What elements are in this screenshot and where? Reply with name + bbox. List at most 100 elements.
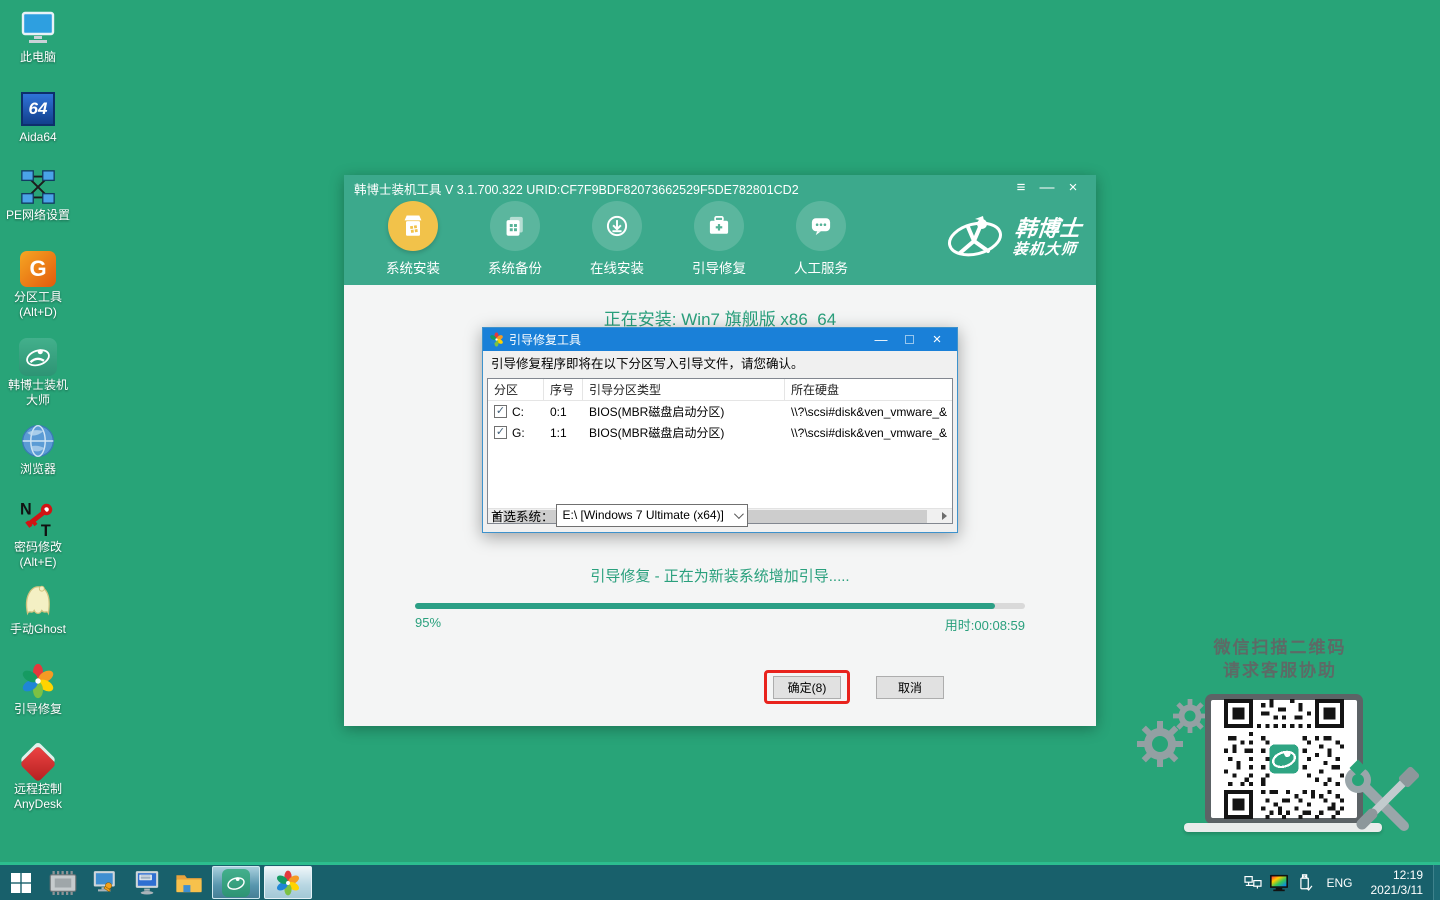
desktop-icon-aida64[interactable]: 64 Aida64: [0, 88, 76, 145]
desktop-icon-label: 远程控制: [14, 782, 62, 797]
cell-index: 1:1: [544, 426, 583, 440]
pinwheel-icon: [275, 870, 301, 896]
desktop-icon-label: 浏览器: [20, 462, 56, 477]
system-tray: ENG 12:19 2021/3/11: [1240, 865, 1440, 900]
computer-icon: [17, 8, 59, 50]
start-button[interactable]: [0, 865, 42, 900]
gears-icon: [1130, 698, 1208, 781]
column-header-type[interactable]: 引导分区类型: [583, 379, 785, 400]
anydesk-icon: [17, 740, 59, 782]
progress-percent: 95%: [415, 615, 441, 630]
usb-tray-icon[interactable]: [1292, 865, 1318, 900]
svg-text:T: T: [41, 522, 51, 538]
installer-toolbar: 系统安装 系统备份 在线安装 引导修复: [344, 201, 1096, 285]
system-install-icon: [388, 201, 438, 251]
toolbar-item-label: 引导修复: [692, 257, 746, 277]
nt-key-icon: NT: [17, 498, 59, 540]
qr-caption-line1: 微信扫描二维码: [1120, 636, 1440, 659]
ok-button[interactable]: 确定(8): [773, 676, 842, 699]
aida64-icon: 64: [17, 88, 59, 130]
row-checkbox[interactable]: ✓: [494, 405, 507, 418]
toolbar-item-online-install[interactable]: 在线安装: [580, 201, 654, 277]
table-row[interactable]: ✓G: 1:1 BIOS(MBR磁盘启动分区) \\?\scsi#disk&ve…: [488, 422, 952, 443]
taskbar-item-memory-tool[interactable]: [42, 865, 84, 900]
cell-index: 0:1: [544, 405, 583, 419]
progress-bar-fill: [415, 603, 995, 609]
toolbar-item-manual-service[interactable]: 人工服务: [784, 201, 858, 277]
desktop-icon-manual-ghost[interactable]: 手动Ghost: [0, 580, 76, 637]
preferred-system-value: E:\ [Windows 7 Ultimate (x64)]: [563, 508, 734, 522]
desktop-icon-password-tool[interactable]: NT 密码修改 (Alt+E): [0, 498, 76, 570]
logo-text-line2: 装机大师: [1012, 241, 1080, 258]
column-header-disk[interactable]: 所在硬盘: [785, 379, 952, 400]
toolbar-item-label: 在线安装: [590, 257, 644, 277]
globe-icon: [17, 420, 59, 462]
network-tray-icon[interactable]: [1240, 865, 1266, 900]
preferred-system-select[interactable]: E:\ [Windows 7 Ultimate (x64)]: [556, 504, 748, 527]
taskbar-item-onscreen-keyboard[interactable]: [126, 865, 168, 900]
toolbar-item-label: 系统备份: [488, 257, 542, 277]
desktop-icon-boot-repair[interactable]: 引导修复: [0, 660, 76, 717]
logo-text-line1: 韩博士: [1014, 217, 1083, 241]
cell-type: BIOS(MBR磁盘启动分区): [583, 424, 785, 441]
memory-chip-icon: [48, 870, 78, 896]
taskbar-item-hbs-installer[interactable]: [212, 866, 260, 899]
system-backup-icon: [490, 201, 540, 251]
taskbar-item-boot-repair[interactable]: [264, 866, 312, 899]
desktop-icon-hbs-master[interactable]: 韩博士装机 大师: [0, 336, 76, 408]
desktop-icon-anydesk[interactable]: 远程控制 AnyDesk: [0, 740, 76, 812]
preferred-system-label: 首选系统：: [491, 506, 554, 525]
pinwheel-icon: [17, 660, 59, 702]
pinwheel-icon: [489, 332, 504, 347]
close-icon[interactable]: ×: [1060, 175, 1086, 201]
ghost-icon: [17, 580, 59, 622]
clock[interactable]: 12:19 2021/3/11: [1361, 868, 1434, 898]
taskbar-item-file-explorer[interactable]: [168, 865, 210, 900]
dialog-minimize-icon[interactable]: —: [867, 332, 895, 347]
svg-text:N: N: [20, 500, 32, 518]
online-install-icon: [592, 201, 642, 251]
toolbar-item-system-install[interactable]: 系统安装: [376, 201, 450, 277]
row-checkbox[interactable]: ✓: [494, 426, 507, 439]
table-row[interactable]: ✓C: 0:1 BIOS(MBR磁盘启动分区) \\?\scsi#disk&ve…: [488, 401, 952, 422]
tools-icon: [1342, 754, 1432, 849]
cell-type: BIOS(MBR磁盘启动分区): [583, 403, 785, 420]
language-indicator[interactable]: ENG: [1318, 876, 1360, 890]
folder-icon: [175, 871, 203, 895]
display-tray-icon[interactable]: [1266, 865, 1292, 900]
column-header-partition[interactable]: 分区: [488, 379, 544, 400]
dialog-message: 引导修复程序即将在以下分区写入引导文件，请您确认。: [483, 351, 957, 377]
desktop-icon-pe-network[interactable]: PE网络设置: [0, 166, 76, 223]
toolbar-item-boot-repair[interactable]: 引导修复: [682, 201, 756, 277]
menu-icon[interactable]: ≡: [1008, 175, 1034, 201]
boot-repair-icon: [694, 201, 744, 251]
desktop-icon-label: (Alt+E): [19, 555, 56, 570]
status-text: 引导修复 - 正在为新装系统增加引导.....: [344, 565, 1096, 586]
desktop-icon-this-pc[interactable]: 此电脑: [0, 8, 76, 65]
listview-header: 分区 序号 引导分区类型 所在硬盘: [488, 379, 952, 401]
desktop-icon-browser[interactable]: 浏览器: [0, 420, 76, 477]
desktop-icon-label: 大师: [26, 393, 50, 408]
dialog-close-icon[interactable]: ×: [923, 331, 951, 348]
show-desktop-button[interactable]: [1433, 865, 1440, 900]
desktop-icon-partition-tool[interactable]: G 分区工具 (Alt+D): [0, 248, 76, 320]
taskbar-item-password-tool[interactable]: [84, 865, 126, 900]
desktop-icon-label: PE网络设置: [6, 208, 70, 223]
desktop-icon-label: Aida64: [19, 130, 56, 145]
cancel-button[interactable]: 取消: [876, 676, 944, 699]
dialog-maximize-icon[interactable]: [895, 332, 923, 347]
desktop-icon-label: 手动Ghost: [10, 622, 66, 637]
column-header-index[interactable]: 序号: [544, 379, 583, 400]
hbs-logo-icon: [944, 211, 1006, 263]
chevron-down-icon: [733, 509, 743, 519]
toolbar-item-system-backup[interactable]: 系统备份: [478, 201, 552, 277]
desktop-icon-label: 韩博士装机: [8, 378, 68, 393]
desktop-icon-label: AnyDesk: [14, 797, 62, 812]
tray-time: 12:19: [1371, 868, 1424, 883]
minimize-icon[interactable]: —: [1034, 175, 1060, 201]
desktop-icon-label: 引导修复: [14, 702, 62, 717]
taskbar: ENG 12:19 2021/3/11: [0, 862, 1440, 900]
network-icon: [17, 166, 59, 208]
elapsed-time: 用时:00:08:59: [945, 615, 1025, 634]
tray-date: 2021/3/11: [1371, 883, 1424, 898]
